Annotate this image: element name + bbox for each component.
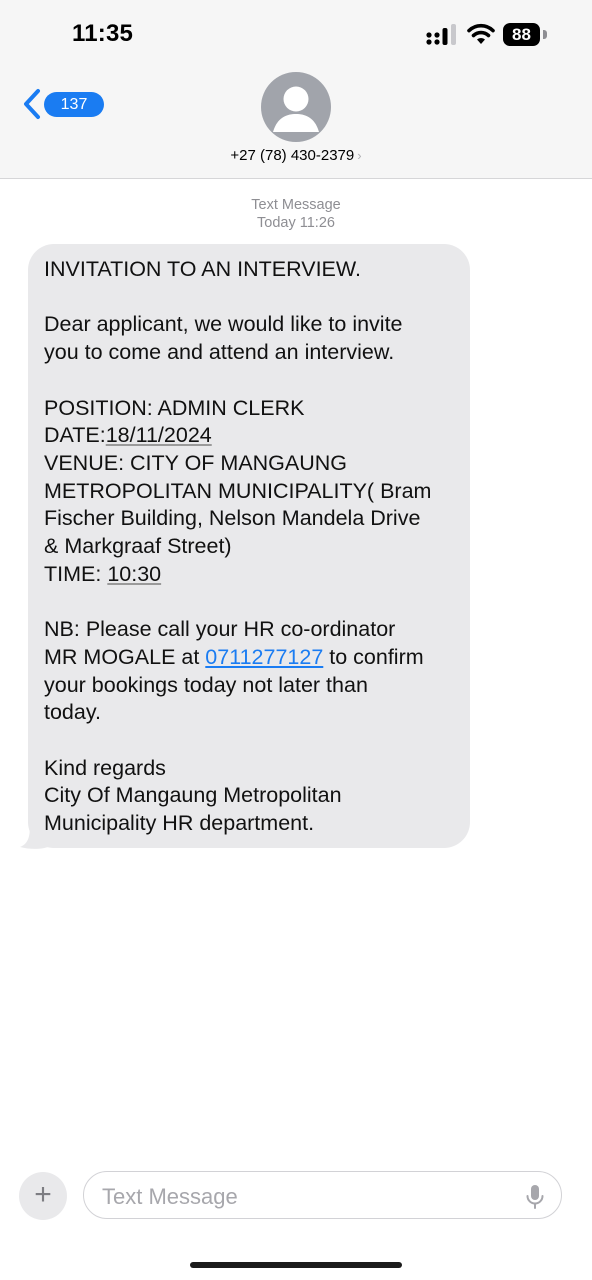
unread-count-badge: 137 [44,92,104,117]
apps-plus-button[interactable]: + [19,1172,67,1220]
message-time-label: TIME: [44,561,108,586]
message-date-value[interactable]: 18/11/2024 [106,423,212,447]
back-button[interactable]: 137 [22,86,104,122]
chevron-right-icon: › [357,148,362,163]
message-position: POSITION: ADMIN CLERK [44,395,305,420]
message-date-label: DATE: [44,423,106,448]
message-closing: Kind regards City Of Mangaung Metropolit… [44,755,342,836]
chevron-left-icon [24,89,40,119]
contact-info-button[interactable]: +27 (78) 430-2379 › [0,147,592,165]
message-meta: Text Message Today 11:26 [0,196,592,232]
message-venue: VENUE: CITY OF MANGAUNG METROPOLITAN MUN… [44,450,432,559]
battery-tip [543,30,547,39]
message-time-value[interactable]: 10:30 [107,562,161,586]
person-icon [273,86,319,132]
message-body: INVITATION TO AN INTERVIEW. Dear applica… [44,256,464,838]
plus-icon: + [34,1178,52,1211]
message-input[interactable] [100,1182,504,1212]
status-time: 11:35 [72,20,134,47]
incoming-message-bubble[interactable]: INVITATION TO AN INTERVIEW. Dear applica… [28,244,470,848]
status-bar: 11:35 88 [0,0,592,62]
message-heading: INVITATION TO AN INTERVIEW. [44,257,361,281]
message-timestamp: Today 11:26 [257,215,335,231]
phone-number-link[interactable]: 0711277127 [205,645,323,669]
home-indicator[interactable] [190,1262,402,1268]
battery-level: 88 [503,23,540,46]
wifi-icon [467,23,495,44]
battery-icon: 88 [503,23,549,47]
contact-number: +27 (78) 430-2379 [230,147,355,164]
service-label: Text Message [251,197,341,213]
conversation-header: 137 +27 (78) 430-2379 › [0,62,592,179]
message-input-container[interactable] [83,1171,562,1219]
message-greeting: Dear applicant, we would like to invite … [44,312,403,365]
signal-icon [426,24,456,45]
microphone-icon[interactable] [525,1184,545,1210]
contact-avatar[interactable] [261,72,331,142]
